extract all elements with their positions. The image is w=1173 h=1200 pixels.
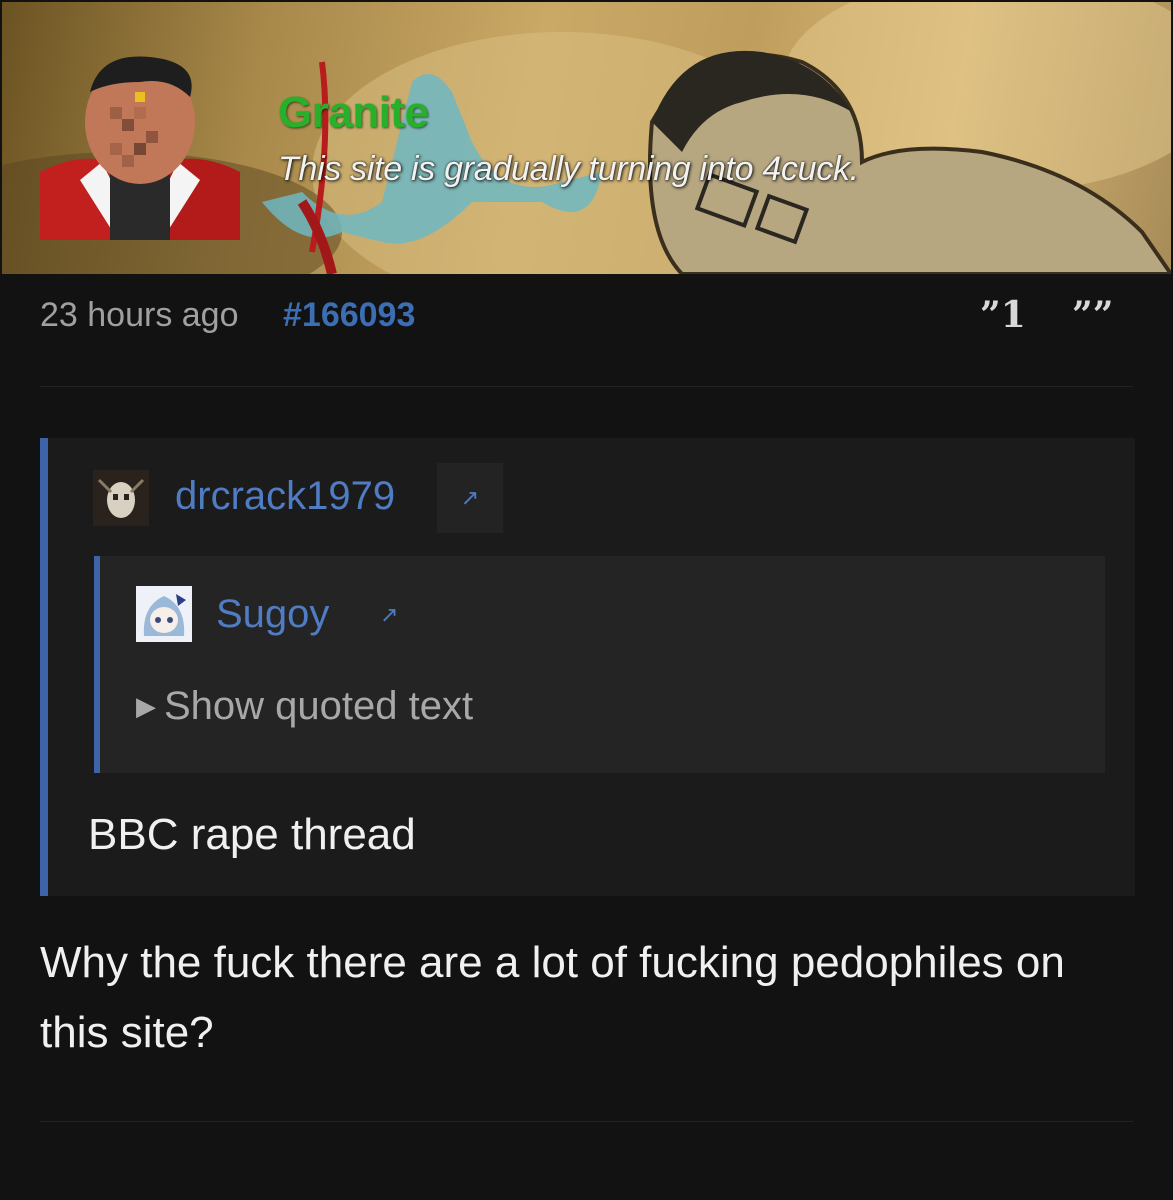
- divider: [40, 1121, 1133, 1122]
- show-quoted-label: Show quoted text: [164, 684, 474, 728]
- quote-link-icon[interactable]: ↗: [437, 463, 503, 533]
- expand-triangle-icon: ▶: [136, 691, 156, 721]
- quoted-post-text: BBC rape thread: [88, 810, 416, 859]
- nested-quote: Sugoy ↗ ▶ Show quoted text: [94, 556, 1105, 773]
- quote-author-name[interactable]: drcrack1979: [175, 474, 395, 519]
- quote-icon[interactable]: ””: [1072, 294, 1113, 336]
- show-quoted-text-toggle[interactable]: ▶ Show quoted text: [136, 684, 473, 729]
- nested-author-name[interactable]: Sugoy: [216, 592, 329, 637]
- post-timestamp: 23 hours ago: [40, 296, 239, 334]
- profile-banner: Granite This site is gradually turning i…: [2, 2, 1171, 274]
- nested-author-avatar[interactable]: [136, 586, 192, 642]
- user-avatar[interactable]: [40, 52, 240, 240]
- divider: [40, 386, 1133, 387]
- nested-link-icon[interactable]: ↗: [380, 602, 398, 628]
- reply-count-button[interactable]: ”1: [980, 294, 1026, 336]
- post-id-link[interactable]: #166093: [283, 296, 415, 335]
- post-author-name[interactable]: Granite: [278, 88, 429, 138]
- post-meta: 23 hours ago #166093 ”1 ””: [40, 292, 1133, 342]
- post-body-text: Why the fuck there are a lot of fucking …: [40, 938, 1065, 1057]
- quoted-post: drcrack1979 ↗ Sugoy ↗ ▶ Show quoted text …: [40, 438, 1135, 896]
- quote-author-avatar[interactable]: [93, 470, 149, 526]
- author-tagline: This site is gradually turning into 4cuc…: [278, 150, 859, 188]
